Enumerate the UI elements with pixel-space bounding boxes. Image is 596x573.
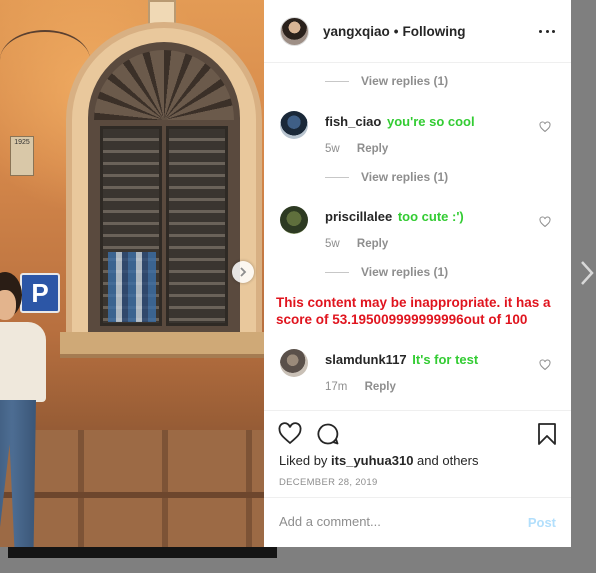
owner-username[interactable]: yangxqiao [323,24,390,39]
person-shirt [0,322,46,402]
like-heart-icon[interactable] [278,422,302,446]
comment-meta: 17m Reply [325,381,545,393]
post-actions: Liked by its_yuhua310 and others DECEMBE… [264,410,571,547]
chevron-right-icon [240,267,247,277]
view-replies-label: View replies (1) [361,74,449,88]
view-replies-button[interactable]: View replies (1) [325,265,448,279]
commenter-avatar[interactable] [280,206,308,234]
wall-base [0,430,264,547]
window-sill [60,332,264,358]
add-comment-row: Post [264,497,571,548]
view-replies-label: View replies (1) [361,265,449,279]
liked-by-prefix: Liked by [279,453,328,468]
commenter-username[interactable]: slamdunk117 [325,352,407,367]
reply-button[interactable]: Reply [357,238,388,250]
parking-sign: P [20,273,60,313]
comments-panel: yangxqiao • Following View replies (1) fis… [264,0,571,547]
wall-base-line [0,492,264,498]
commenter-username[interactable]: priscillalee [325,209,392,224]
comment-text: It's for test [412,352,479,367]
comment-text: too cute :') [397,209,464,224]
reply-button[interactable]: Reply [365,381,396,393]
comment-age: 5w [325,143,340,155]
like-comment-heart-icon[interactable] [539,121,551,133]
follow-status-button[interactable]: Following [403,24,466,39]
next-post-chevron-right-icon[interactable] [578,260,596,286]
view-replies-button[interactable]: View replies (1) [325,170,448,184]
comment-age: 5w [325,238,340,250]
comment-body: priscillalee too cute :') 5w Reply [325,209,545,250]
photo-bottom-strip [8,547,277,558]
like-comment-heart-icon[interactable] [539,359,551,371]
comment-age: 17m [325,381,348,393]
comment-line: fish_ciao you're so cool [325,114,545,129]
more-icon [552,29,555,33]
view-replies-button[interactable]: View replies (1) [325,74,448,88]
replies-divider [325,176,349,178]
bookmark-icon[interactable] [535,422,559,446]
separator-dot: • [393,23,399,39]
liked-by-user[interactable]: its_yuhua310 [331,453,413,468]
like-comment-heart-icon[interactable] [539,216,551,228]
post-header: yangxqiao • Following [264,0,571,63]
liked-by-suffix: and others [417,453,479,468]
comment-body: fish_ciao you're so cool 5w Reply [325,114,545,155]
comment-text: you're so cool [386,114,475,129]
commenter-avatar[interactable] [280,349,308,377]
comment-meta: 5w Reply [325,143,545,155]
reply-button[interactable]: Reply [357,143,388,155]
comment-line: slamdunk117 It's for test [325,352,545,367]
address-plate-text: 1925 [14,139,30,146]
liked-by: Liked by its_yuhua310 and others [279,453,478,468]
owner-info: yangxqiao • Following [323,24,466,39]
replies-divider [325,271,349,273]
post-date: DECEMBER 28, 2019 [279,477,378,488]
post-comment-button[interactable]: Post [528,515,556,530]
view-replies-label: View replies (1) [361,170,449,184]
more-icon [539,29,542,33]
more-icon [545,29,549,33]
comment-meta: 5w Reply [325,238,545,250]
add-comment-input[interactable] [279,514,509,529]
more-options-button[interactable] [539,22,555,40]
comment-body: slamdunk117 It's for test 17m Reply [325,352,545,393]
address-plate: 1925 [10,136,34,176]
content-warning: This content may be inappropriate. it ha… [276,295,551,327]
comment-icon[interactable] [316,422,340,446]
window [88,42,240,334]
window-glass [108,252,156,322]
post-photo: 1925 P [0,0,264,547]
owner-avatar[interactable] [280,16,309,46]
commenter-avatar[interactable] [280,111,308,139]
replies-divider [325,80,349,82]
commenter-username[interactable]: fish_ciao [325,114,381,129]
window-shutter-right [166,126,228,326]
person-face [0,290,16,320]
comment-line: priscillalee too cute :') [325,209,545,224]
window-fanlight [94,50,234,120]
next-image-button[interactable] [232,261,254,283]
